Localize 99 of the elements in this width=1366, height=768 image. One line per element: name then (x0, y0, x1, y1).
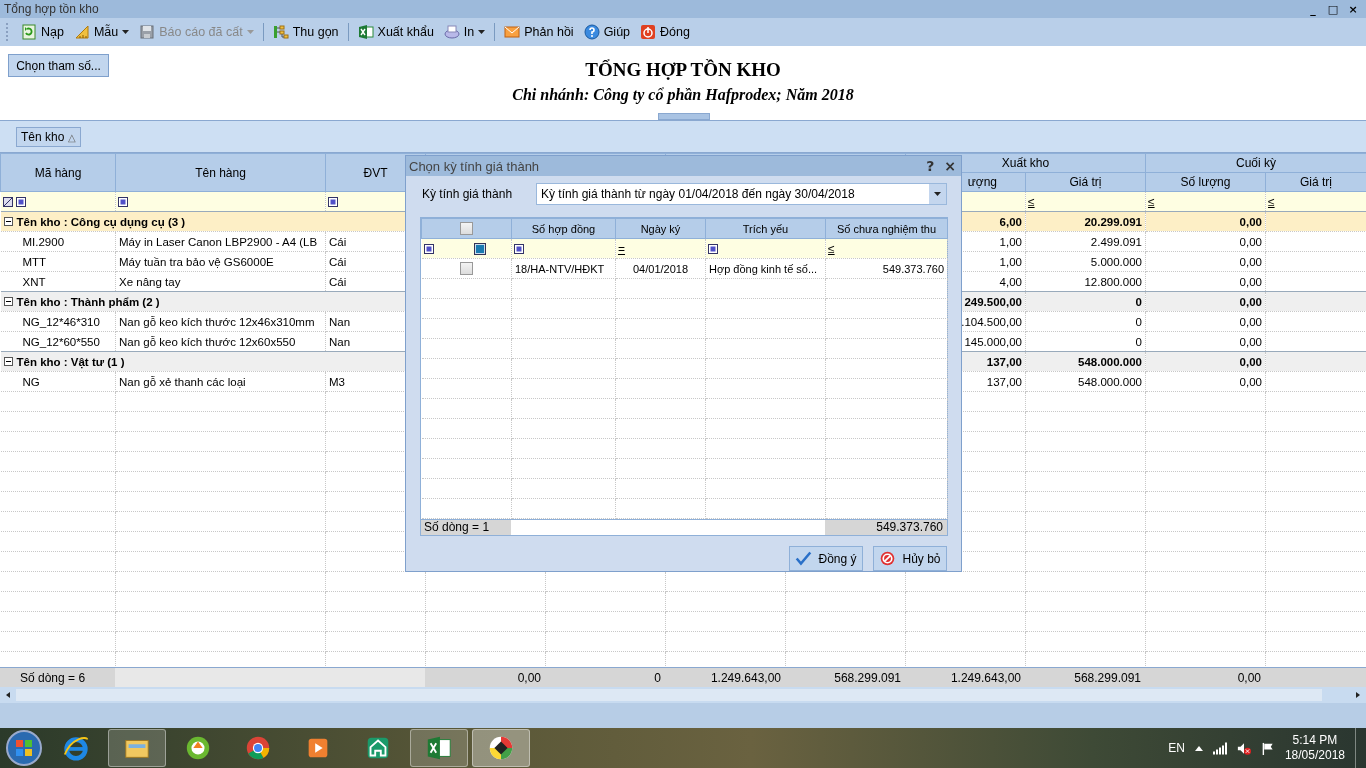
table-cell: 137,00 (986, 375, 1022, 388)
window-title: Tổng hợp tồn kho (4, 2, 99, 16)
table-cell: 0,00 (1239, 255, 1262, 268)
minimize-button[interactable]: _ (1304, 2, 1322, 16)
date-text: 18/05/2018 (1284, 748, 1345, 763)
column-total: 0,00 (1236, 669, 1262, 687)
maximize-button[interactable]: □ (1324, 2, 1342, 16)
table-cell: 18/HA-NTV/HĐKT (515, 262, 605, 275)
filter-operator[interactable]: ≤ (828, 241, 835, 256)
table-cell: Hợp đồng kinh tế số... (709, 262, 818, 275)
table-cell: NG_12*60*550 (22, 335, 100, 348)
toolbar-button[interactable]: Nạp (17, 22, 68, 42)
column-header[interactable]: Mã hàng (0, 153, 116, 192)
group-total: 6,00 (999, 215, 1022, 228)
column-header[interactable]: Tên hàng (115, 153, 326, 192)
table-cell: Cái (329, 255, 347, 268)
table-cell: .104.500,00 (961, 315, 1022, 328)
group-total: 0,00 (1239, 355, 1262, 368)
column-header[interactable]: Số chưa nghiệm thu (825, 218, 948, 239)
language-indicator[interactable]: EN (1168, 741, 1185, 755)
column-total: 1.249.643,00 (949, 669, 1022, 687)
filter-operator[interactable]: ≤ (1268, 194, 1275, 209)
table-cell: 0,00 (1239, 275, 1262, 288)
help-button[interactable]: ? (924, 158, 937, 174)
group-total: 137,00 (986, 355, 1022, 368)
table-cell: 4,00 (999, 275, 1022, 288)
filter-operator[interactable]: ≤ (1028, 194, 1035, 209)
report-subtitle: Chi nhánh: Công ty cổ phần Hafprodex; Năm 2018 (512, 86, 854, 104)
table-cell: Nan (329, 315, 351, 328)
period-dropdown[interactable]: Kỳ tính giá thành từ ngày 01/04/2018 đến ngày 30/04/2018 (536, 183, 947, 205)
table-cell: 1,00 (999, 255, 1022, 268)
toolbar-button[interactable]: Giúp (579, 22, 635, 42)
table-cell: 549.373.760 (882, 262, 944, 275)
table-cell: 2.499.091 (1090, 235, 1142, 248)
group-label: Tên kho : Công cụ dụng cụ (3 ) (16, 215, 186, 228)
toolbar-button[interactable]: Xuất khẩu (353, 22, 438, 42)
column-total: 1.249.643,00 (709, 669, 782, 687)
close-button[interactable]: × (1344, 2, 1362, 16)
column-total: 568.299.091 (1073, 669, 1142, 687)
table-cell: Nan (329, 335, 351, 348)
column-header[interactable]: Ngày ký (615, 218, 706, 239)
table-cell: 12.800.000 (1084, 275, 1142, 288)
table-cell: 0 (1135, 335, 1142, 348)
group-total: 20.299.091 (1084, 215, 1142, 228)
table-cell: Máy tuần tra bảo vệ GS6000E (119, 255, 274, 268)
choose-parameters-button[interactable]: Chọn tham số... (8, 54, 109, 77)
time-text: 5:14 PM (1292, 733, 1338, 748)
toolbar-button[interactable]: Mẫu (69, 22, 134, 42)
close-button[interactable]: × (942, 158, 958, 174)
column-total: 0 (653, 669, 662, 687)
column-total: 568.299.091 (833, 669, 902, 687)
group-total: 0,00 (1239, 215, 1262, 228)
table-cell: Cái (329, 235, 347, 248)
column-total: 0,00 (516, 669, 542, 687)
table-cell: 548.000.000 (1078, 375, 1142, 388)
table-cell: Cái (329, 275, 347, 288)
report-title: TỔNG HỢP TỒN KHO (585, 59, 781, 81)
table-cell: 0,00 (1239, 315, 1262, 328)
group-label: Tên kho : Thành phẩm (2 ) (16, 295, 160, 308)
table-cell: 0 (1135, 315, 1142, 328)
table-cell: MTT (22, 255, 47, 268)
table-cell: 0,00 (1239, 335, 1262, 348)
cancel-button[interactable]: Hủy bỏ (873, 546, 947, 571)
filter-operator[interactable]: = (618, 241, 625, 256)
group-total: 249.500,00 (964, 295, 1022, 308)
table-cell: Nan gỗ keo kích thước 12x60x550 (119, 335, 296, 348)
table-cell: Nan gỗ keo kích thước 12x46x310mm (119, 315, 315, 328)
clock[interactable]: 5:14 PM 18/05/2018 (1284, 733, 1345, 763)
table-cell: Xe nâng tay (119, 275, 181, 288)
table-cell: M3 (329, 375, 345, 388)
column-header[interactable]: Số hợp đồng (511, 218, 616, 239)
filter-operator[interactable]: ≤ (1148, 194, 1155, 209)
row-count: Số dòng = 1 (421, 520, 511, 535)
row-count: Số dòng = 6 (19, 669, 87, 687)
toolbar-button[interactable]: Thu gọn (268, 22, 343, 42)
toolbar-button[interactable]: Phản hồi (500, 22, 578, 42)
table-cell: Nan gỗ xẻ thanh các loại (119, 375, 246, 388)
group-total: 0,00 (1239, 295, 1262, 308)
table-cell: NG_12*46*310 (22, 315, 100, 328)
group-total: 548.000.000 (1078, 355, 1142, 368)
table-cell: 1,00 (999, 235, 1022, 248)
table-cell: 0,00 (1239, 375, 1262, 388)
table-cell: Máy in Laser Canon LBP2900 - A4 (LB (119, 235, 318, 248)
group-label: Tên kho : Vật tư (1 ) (16, 355, 125, 368)
band-header: Cuối kỳ (1145, 153, 1366, 173)
group-total: 0 (1135, 295, 1142, 308)
toolbar-button[interactable]: Đóng (636, 22, 694, 42)
toolbar-button[interactable]: In (439, 22, 490, 42)
table-cell: 04/01/2018 (632, 262, 689, 275)
table-cell: XNT (22, 275, 46, 288)
table-cell: 145.000,00 (964, 335, 1022, 348)
ok-button[interactable]: Đồng ý (789, 546, 863, 571)
table-cell: MI.2900 (22, 235, 65, 248)
table-cell: 0,00 (1239, 235, 1262, 248)
column-total: 549.373.760 (825, 520, 947, 535)
column-header[interactable]: Trích yếu (705, 218, 826, 239)
group-by-chip[interactable]: Tên kho △ (16, 126, 81, 147)
table-cell: 5.000.000 (1090, 255, 1142, 268)
table-cell: NG (22, 375, 40, 388)
